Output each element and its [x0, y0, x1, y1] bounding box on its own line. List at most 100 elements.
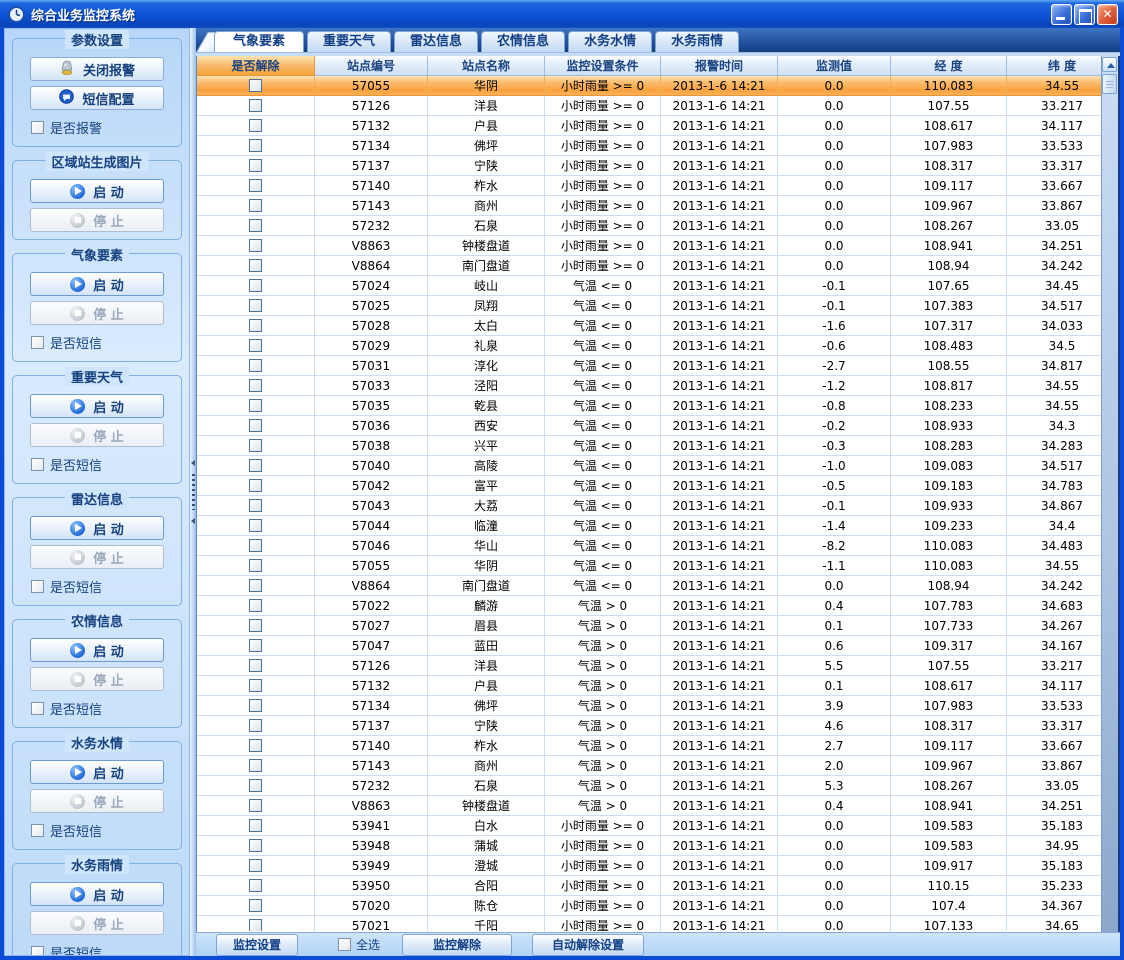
table-row[interactable]: 57042富平气温 <= 02013-1-6 14:21-0.5109.1833…	[197, 476, 1118, 496]
row-checkbox[interactable]	[249, 539, 262, 552]
row-checkbox[interactable]	[249, 719, 262, 732]
maximize-button[interactable]	[1074, 4, 1095, 25]
alarm-bell-button[interactable]: 关闭报警	[30, 57, 164, 81]
stop-button[interactable]: 停 止	[30, 667, 164, 691]
row-checkbox[interactable]	[249, 299, 262, 312]
column-header-0[interactable]: 是否解除	[197, 56, 315, 76]
column-header-5[interactable]: 监测值	[778, 56, 891, 76]
row-checkbox[interactable]	[249, 579, 262, 592]
table-row[interactable]: 57137宁陕气温 > 02013-1-6 14:214.6108.31733.…	[197, 716, 1118, 736]
stop-button[interactable]: 停 止	[30, 423, 164, 447]
table-row[interactable]: 57055华阴小时雨量 >= 02013-1-6 14:210.0110.083…	[197, 76, 1118, 96]
stop-button[interactable]: 停 止	[30, 301, 164, 325]
row-checkbox[interactable]	[249, 319, 262, 332]
start-button[interactable]: 启 动	[30, 516, 164, 540]
table-row[interactable]: 57027眉县气温 > 02013-1-6 14:210.1107.73334.…	[197, 616, 1118, 636]
row-checkbox[interactable]	[249, 699, 262, 712]
row-checkbox[interactable]	[249, 239, 262, 252]
table-row[interactable]: 53948蒲城小时雨量 >= 02013-1-6 14:210.0109.583…	[197, 836, 1118, 856]
row-checkbox[interactable]	[249, 119, 262, 132]
tab-0[interactable]: 气象要素	[214, 31, 304, 52]
splitter-grip[interactable]	[192, 474, 195, 510]
row-checkbox[interactable]	[249, 639, 262, 652]
table-row[interactable]: 57020陈仓小时雨量 >= 02013-1-6 14:210.0107.434…	[197, 896, 1118, 916]
sms-config-button[interactable]: 短信配置	[30, 86, 164, 110]
row-checkbox[interactable]	[249, 779, 262, 792]
row-checkbox[interactable]	[249, 279, 262, 292]
auto-release-button[interactable]: 自动解除设置	[532, 934, 644, 956]
row-checkbox[interactable]	[249, 759, 262, 772]
table-row[interactable]: 57047蓝田气温 > 02013-1-6 14:210.6109.31734.…	[197, 636, 1118, 656]
start-button[interactable]: 启 动	[30, 179, 164, 203]
table-row[interactable]: 57029礼泉气温 <= 02013-1-6 14:21-0.6108.4833…	[197, 336, 1118, 356]
table-row[interactable]: 53949澄城小时雨量 >= 02013-1-6 14:210.0109.917…	[197, 856, 1118, 876]
table-row[interactable]: 57140柞水气温 > 02013-1-6 14:212.7109.11733.…	[197, 736, 1118, 756]
row-checkbox[interactable]	[249, 919, 262, 931]
tab-4[interactable]: 水务水情	[568, 31, 652, 52]
row-checkbox[interactable]	[249, 499, 262, 512]
minimize-button[interactable]	[1051, 4, 1072, 25]
table-row[interactable]: 57025凤翔气温 <= 02013-1-6 14:21-0.1107.3833…	[197, 296, 1118, 316]
start-button[interactable]: 启 动	[30, 638, 164, 662]
table-row[interactable]: 57033泾阳气温 <= 02013-1-6 14:21-1.2108.8173…	[197, 376, 1118, 396]
table-row[interactable]: 57232石泉小时雨量 >= 02013-1-6 14:210.0108.267…	[197, 216, 1118, 236]
table-row[interactable]: 57044临潼气温 <= 02013-1-6 14:21-1.4109.2333…	[197, 516, 1118, 536]
close-button[interactable]	[1097, 4, 1118, 25]
table-row[interactable]: 57126洋县气温 > 02013-1-6 14:215.5107.5533.2…	[197, 656, 1118, 676]
table-row[interactable]: 57031淳化气温 <= 02013-1-6 14:21-2.7108.5534…	[197, 356, 1118, 376]
table-row[interactable]: V8863钟楼盘道气温 > 02013-1-6 14:210.4108.9413…	[197, 796, 1118, 816]
table-row[interactable]: 57046华山气温 <= 02013-1-6 14:21-8.2110.0833…	[197, 536, 1118, 556]
start-button[interactable]: 启 动	[30, 394, 164, 418]
tab-3[interactable]: 农情信息	[481, 31, 565, 52]
table-row[interactable]: 57055华阴气温 <= 02013-1-6 14:21-1.1110.0833…	[197, 556, 1118, 576]
row-checkbox[interactable]	[249, 179, 262, 192]
row-checkbox[interactable]	[249, 79, 262, 92]
start-button[interactable]: 启 动	[30, 760, 164, 784]
row-checkbox[interactable]	[249, 359, 262, 372]
row-checkbox[interactable]	[249, 619, 262, 632]
row-checkbox[interactable]	[249, 879, 262, 892]
collapse-left-icon[interactable]	[191, 518, 195, 524]
row-checkbox[interactable]	[249, 659, 262, 672]
row-checkbox[interactable]	[249, 259, 262, 272]
monitor-release-button[interactable]: 监控解除	[402, 934, 512, 956]
row-checkbox[interactable]	[249, 519, 262, 532]
table-row[interactable]: V8863钟楼盘道小时雨量 >= 02013-1-6 14:210.0108.9…	[197, 236, 1118, 256]
column-header-4[interactable]: 报警时间	[661, 56, 778, 76]
row-checkbox[interactable]	[249, 799, 262, 812]
table-row[interactable]: 57038兴平气温 <= 02013-1-6 14:21-0.3108.2833…	[197, 436, 1118, 456]
group-checkbox[interactable]	[31, 824, 44, 837]
collapse-left-icon[interactable]	[191, 460, 195, 466]
table-row[interactable]: V8864南门盘道小时雨量 >= 02013-1-6 14:210.0108.9…	[197, 256, 1118, 276]
row-checkbox[interactable]	[249, 839, 262, 852]
row-checkbox[interactable]	[249, 379, 262, 392]
row-checkbox[interactable]	[249, 439, 262, 452]
table-row[interactable]: 57043大荔气温 <= 02013-1-6 14:21-0.1109.9333…	[197, 496, 1118, 516]
row-checkbox[interactable]	[249, 819, 262, 832]
row-checkbox[interactable]	[249, 479, 262, 492]
table-row[interactable]: 57137宁陕小时雨量 >= 02013-1-6 14:210.0108.317…	[197, 156, 1118, 176]
table-row[interactable]: 57132户县小时雨量 >= 02013-1-6 14:210.0108.617…	[197, 116, 1118, 136]
group-checkbox[interactable]	[31, 702, 44, 715]
table-row[interactable]: 57021千阳小时雨量 >= 02013-1-6 14:210.0107.133…	[197, 916, 1118, 931]
table-row[interactable]: 57143商州小时雨量 >= 02013-1-6 14:210.0109.967…	[197, 196, 1118, 216]
table-row[interactable]: 53950合阳小时雨量 >= 02013-1-6 14:210.0110.153…	[197, 876, 1118, 896]
row-checkbox[interactable]	[249, 859, 262, 872]
group-checkbox[interactable]	[31, 121, 44, 134]
row-checkbox[interactable]	[249, 399, 262, 412]
column-header-1[interactable]: 站点编号	[315, 56, 428, 76]
table-row[interactable]: 57028太白气温 <= 02013-1-6 14:21-1.6107.3173…	[197, 316, 1118, 336]
column-header-3[interactable]: 监控设置条件	[545, 56, 661, 76]
row-checkbox[interactable]	[249, 199, 262, 212]
start-button[interactable]: 启 动	[30, 272, 164, 296]
scrollbar-track[interactable]	[1101, 56, 1118, 932]
table-row[interactable]: 57126洋县小时雨量 >= 02013-1-6 14:210.0107.553…	[197, 96, 1118, 116]
table-row[interactable]: 57035乾县气温 <= 02013-1-6 14:21-0.8108.2333…	[197, 396, 1118, 416]
group-checkbox[interactable]	[31, 580, 44, 593]
table-row[interactable]: 57134佛坪小时雨量 >= 02013-1-6 14:210.0107.983…	[197, 136, 1118, 156]
group-checkbox[interactable]	[31, 946, 44, 956]
tab-2[interactable]: 雷达信息	[394, 31, 478, 52]
row-checkbox[interactable]	[249, 339, 262, 352]
table-row[interactable]: 57036西安气温 <= 02013-1-6 14:21-0.2108.9333…	[197, 416, 1118, 436]
row-checkbox[interactable]	[249, 599, 262, 612]
